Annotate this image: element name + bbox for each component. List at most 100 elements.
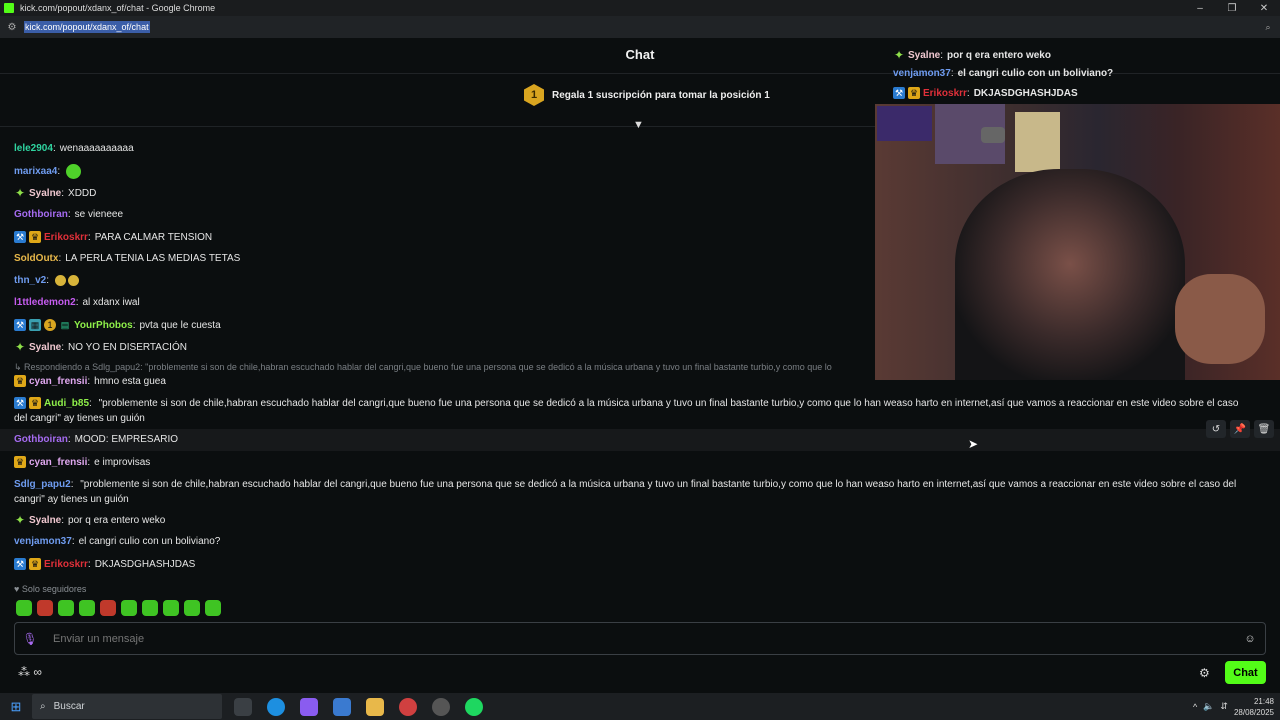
subscriber-badge-icon[interactable]: ▦ (29, 319, 41, 331)
chat-username[interactable]: thn_v2 (14, 275, 46, 286)
vip-badge-icon[interactable]: ⚒ (14, 231, 26, 243)
chevron-up-icon[interactable]: ^ (1193, 702, 1197, 712)
emote-icon[interactable] (16, 600, 32, 616)
wall-poster (1015, 112, 1060, 172)
store-icon[interactable] (333, 697, 351, 716)
emote-icon[interactable] (142, 600, 158, 616)
minimize-icon[interactable]: – (1184, 3, 1216, 14)
reply-context-text: Respondiendo a Sdlg_papu2: "problemente … (24, 362, 832, 372)
file-explorer-icon[interactable] (366, 697, 384, 716)
star-badge-icon[interactable]: ✦ (14, 514, 26, 526)
chat-username[interactable]: cyan_frensii (29, 457, 87, 468)
smile-emote-icon[interactable] (68, 275, 80, 286)
channel-points[interactable]: ⁂ ∞ (18, 665, 42, 679)
chat-username[interactable]: YourPhobos (74, 320, 133, 331)
edge-icon[interactable] (267, 697, 285, 716)
emote-icon[interactable] (79, 600, 95, 616)
windows-start-icon[interactable]: ⊞ (0, 699, 32, 715)
chat-input[interactable] (45, 632, 1235, 645)
rank-medal-icon: 1 (524, 84, 544, 106)
close-icon[interactable]: ✕ (1248, 3, 1280, 14)
chat-username[interactable]: l1ttledemon2 (14, 297, 76, 308)
zoom-icon[interactable]: ⌕ (1256, 22, 1280, 33)
chat-username[interactable]: Audi_b85 (44, 398, 89, 409)
clock[interactable]: 21:48 28/08/2025 (1234, 696, 1274, 718)
chat-username[interactable]: cyan_frensii (29, 376, 87, 387)
emote-icon[interactable] (37, 600, 53, 616)
chat-message: l1ttledemon2: al xdanx iwal (14, 297, 140, 308)
chat-username[interactable]: marixaa4 (14, 166, 57, 177)
send-chat-button[interactable]: Chat (1225, 661, 1266, 684)
emote-icon[interactable] (205, 600, 221, 616)
pin-icon[interactable]: 📌 (1230, 420, 1250, 438)
emote-icon[interactable] (58, 600, 74, 616)
chat-username[interactable]: Erikoskrr (44, 232, 88, 243)
microphone-icon[interactable]: 🎙 (15, 632, 45, 646)
reply-context[interactable]: ↳ Respondiendo a Sdlg_papu2: "problement… (14, 362, 876, 373)
task-view-icon[interactable] (234, 697, 252, 716)
star-badge-icon[interactable]: ✦ (14, 187, 26, 199)
followers-only-notice: ♥ Solo seguidores (14, 584, 86, 594)
vip-badge-icon[interactable]: ⚒ (14, 397, 26, 409)
chat-username[interactable]: SoldOutx (14, 253, 58, 264)
gift-badge-icon[interactable]: ▤ (59, 319, 71, 331)
chat-username[interactable]: Sdlg_papu2 (14, 479, 71, 490)
emote-icon[interactable] (100, 600, 116, 616)
chat-message: ⚒ ♛ Erikoskrr: PARA CALMAR TENSION (14, 231, 213, 243)
volume-icon[interactable]: 🔈 (1203, 701, 1214, 712)
crown-badge-icon[interactable]: ♛ (29, 397, 41, 409)
crown-badge-icon[interactable]: ♛ (14, 375, 26, 387)
gifter-rank-badge-icon[interactable]: 1 (44, 319, 56, 331)
emote-icon[interactable] (184, 600, 200, 616)
kick-emote-icon[interactable] (66, 164, 82, 179)
taskbar-search[interactable]: ⌕ Buscar (32, 694, 222, 719)
star-badge-icon[interactable]: ✦ (14, 341, 26, 353)
chat-username[interactable]: Syalne (29, 342, 61, 353)
overlay-text: por q era entero weko (947, 49, 1051, 61)
points-icon: ⁂ (18, 665, 30, 679)
vip-badge-icon[interactable]: ⚒ (14, 319, 26, 331)
emoji-picker-icon[interactable]: ☺ (1235, 633, 1265, 645)
chat-message: Sdlg_papu2: "problemente si son de chile… (14, 479, 1237, 505)
emote-icon[interactable] (121, 600, 137, 616)
clock-date: 28/08/2025 (1233, 707, 1274, 717)
spotify-icon[interactable] (465, 697, 483, 716)
vip-badge-icon[interactable]: ⚒ (14, 558, 26, 570)
overlay-message: venjamon37: el cangri culio con un boliv… (893, 68, 1114, 79)
taskbar-apps (234, 697, 483, 716)
copilot-icon[interactable] (300, 697, 318, 716)
gear-icon[interactable]: ⚙ (1199, 666, 1210, 680)
promo-banner[interactable]: 1 Regala 1 suscripción para tomar la pos… (524, 84, 770, 106)
chat-username[interactable]: Syalne (29, 188, 61, 199)
delete-icon[interactable]: 🗑 (1254, 420, 1274, 438)
smile-emote-icon[interactable] (55, 275, 67, 286)
chat-username[interactable]: venjamon37 (14, 536, 72, 547)
floating-video-overlay[interactable] (875, 104, 1280, 380)
chat-username[interactable]: Gothboiran (14, 209, 68, 220)
undo-icon[interactable]: ↺ (1206, 420, 1226, 438)
windows-taskbar: ⊞ ⌕ Buscar ^ 🔈 ⇵ 21:48 28/08/2025 (0, 693, 1280, 720)
overlay-username: Erikoskrr (923, 87, 967, 99)
chat-message: marixaa4: (14, 164, 82, 179)
chat-message: lele2904: wenaaaaaaaaaa (14, 143, 134, 154)
url-field[interactable]: kick.com/popout/xdanx_of/chat (24, 21, 150, 33)
chat-text: hmno esta guea (94, 375, 166, 387)
site-settings-icon[interactable]: ⚙ (0, 22, 24, 33)
network-icon[interactable]: ⇵ (1220, 701, 1228, 712)
promo-text: Regala 1 suscripción para tomar la posic… (552, 89, 770, 101)
chat-username[interactable]: Syalne (29, 515, 61, 526)
crown-badge-icon[interactable]: ♛ (14, 456, 26, 468)
app-icon[interactable] (432, 697, 450, 716)
crown-badge-icon[interactable]: ♛ (29, 231, 41, 243)
chat-username[interactable]: Gothboiran (14, 434, 68, 445)
crown-badge-icon[interactable]: ♛ (29, 558, 41, 570)
chat-message: thn_v2: (14, 275, 80, 286)
emote-icon[interactable] (163, 600, 179, 616)
chat-username[interactable]: lele2904 (14, 143, 53, 154)
chat-username[interactable]: Erikoskrr (44, 559, 88, 570)
chat-text: pvta que le cuesta (139, 319, 221, 331)
restore-icon[interactable]: ❐ (1216, 3, 1248, 14)
chat-message: ♛ cyan_frensii: hmno esta guea (14, 375, 166, 387)
chrome-icon[interactable] (399, 697, 417, 716)
mouse-cursor-icon: ➤ (968, 437, 979, 451)
